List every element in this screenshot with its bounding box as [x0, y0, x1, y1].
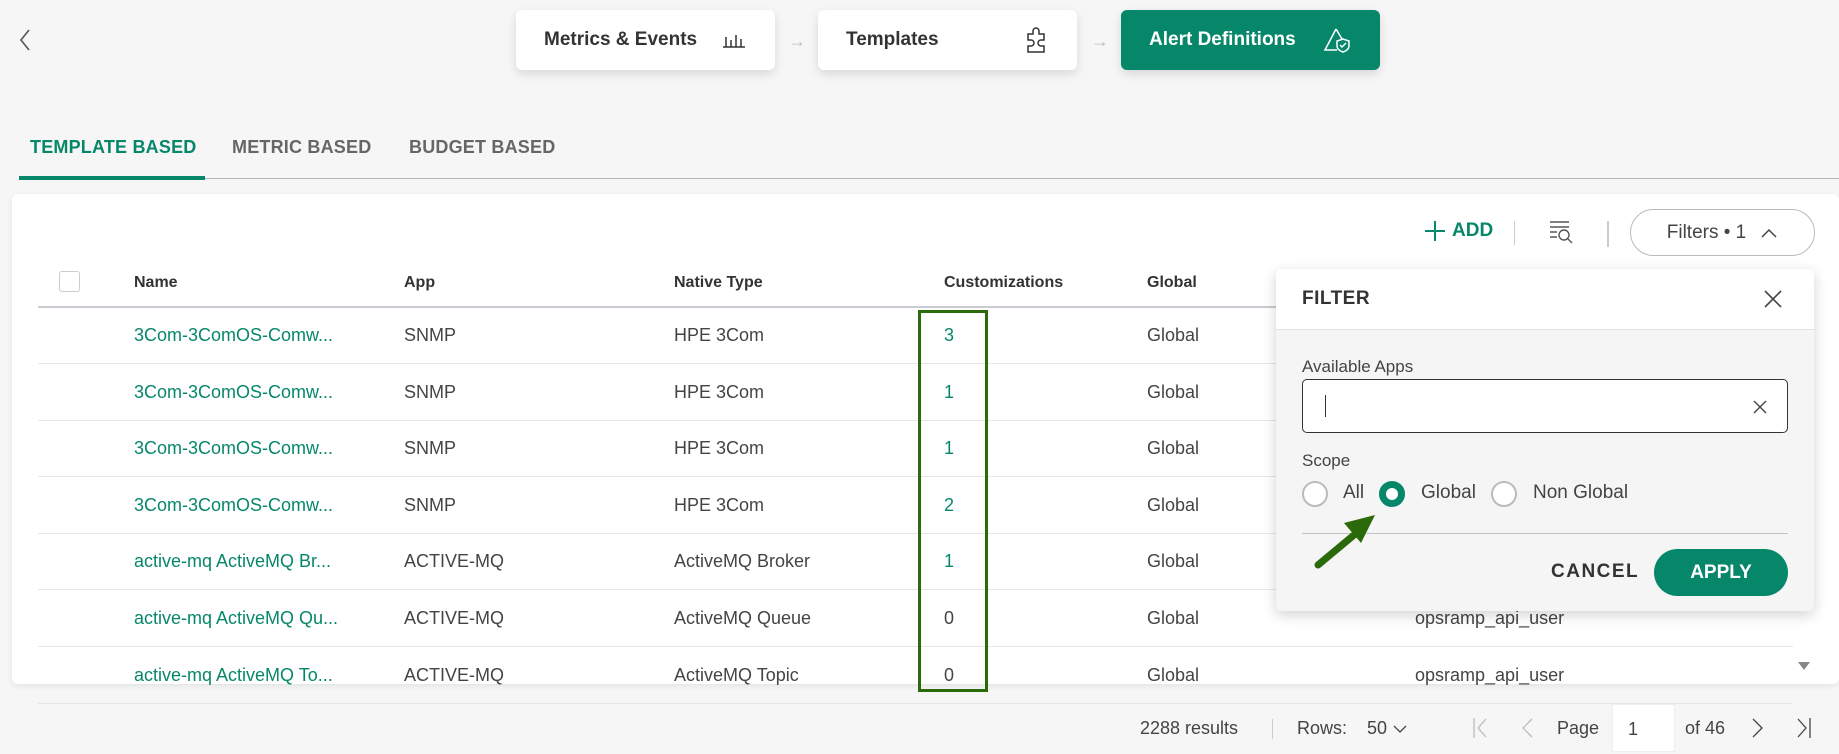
rows-value: 50: [1367, 718, 1388, 738]
app-cell: SNMP: [404, 438, 457, 459]
global-cell: Global: [1147, 664, 1200, 685]
add-button[interactable]: ADD: [1424, 220, 1493, 242]
bar-chart-icon: [723, 35, 745, 48]
tabs-divider: [19, 178, 1839, 179]
tab-budget-based[interactable]: BUDGET BASED: [409, 137, 555, 158]
global-cell: Global: [1147, 381, 1200, 402]
rows-label: Rows:: [1297, 718, 1348, 738]
native-type-cell: HPE 3Com: [674, 325, 765, 345]
annotation-arrow-icon: [1314, 515, 1375, 569]
app-cell: ACTIVE-MQ: [404, 664, 505, 685]
step-label: Templates: [846, 29, 939, 50]
name-link[interactable]: 3Com-3ComOS-Comw...: [134, 325, 333, 346]
app-cell: ACTIVE-MQ: [404, 608, 505, 628]
first-page-icon[interactable]: [1472, 717, 1488, 739]
native-type-cell: HPE 3Com: [674, 494, 765, 515]
column-header-global[interactable]: Global: [1147, 274, 1197, 292]
native-type-cell: ActiveMQ Broker: [674, 551, 811, 572]
step-alert-definitions[interactable]: Alert Definitions: [1121, 10, 1380, 70]
text-cursor: [1325, 395, 1326, 417]
total-pages: of 46: [1685, 718, 1726, 738]
prev-page-icon[interactable]: [1520, 717, 1534, 739]
toolbar-divider: [1607, 221, 1609, 247]
column-header-customizations[interactable]: Customizations: [944, 274, 1063, 292]
scope-radio-non-global[interactable]: [1491, 481, 1517, 507]
available-apps-label: Available Apps: [1302, 357, 1414, 376]
app-cell: SNMP: [404, 381, 457, 402]
scope-option-global[interactable]: Global: [1421, 482, 1476, 504]
results-count: 2288 results: [1140, 718, 1239, 738]
step-arrow-icon: →: [788, 31, 806, 51]
app-cell: SNMP: [404, 325, 457, 345]
global-cell: Global: [1147, 494, 1200, 515]
filters-label: Filters • 1: [1666, 221, 1747, 243]
column-header-native-type[interactable]: Native Type: [674, 274, 763, 292]
global-cell: Global: [1147, 325, 1200, 345]
scope-option-non-global[interactable]: Non Global: [1533, 482, 1628, 504]
name-link[interactable]: active-mq ActiveMQ Br...: [134, 551, 331, 572]
native-type-cell: HPE 3Com: [674, 438, 765, 459]
scope-radio-all[interactable]: [1302, 481, 1328, 507]
alert-shield-icon: [1323, 28, 1350, 53]
name-link[interactable]: 3Com-3ComOS-Comw...: [134, 382, 333, 403]
page-input[interactable]: 1: [1612, 704, 1675, 752]
step-metrics-events[interactable]: Metrics & Events: [516, 10, 775, 70]
step-arrow-icon: →: [1091, 31, 1109, 51]
created-by-cell: opsramp_api_user: [1415, 608, 1565, 628]
app-cell: ACTIVE-MQ: [404, 551, 505, 572]
filters-button[interactable]: Filters • 1: [1630, 209, 1815, 256]
chevron-up-icon: [1761, 228, 1777, 238]
page-label: Page: [1557, 718, 1600, 738]
name-link[interactable]: active-mq ActiveMQ To...: [134, 665, 333, 686]
puzzle-icon: [1027, 27, 1045, 53]
table-row[interactable]: active-mq ActiveMQ To... ACTIVE-MQ ActiveM…: [38, 647, 1793, 704]
scroll-down-icon[interactable]: [1798, 662, 1810, 670]
app-cell: SNMP: [404, 494, 457, 515]
global-cell: Global: [1147, 438, 1200, 459]
active-tab-indicator: [19, 176, 205, 180]
column-header-app[interactable]: App: [404, 274, 435, 292]
native-type-cell: ActiveMQ Topic: [674, 664, 799, 685]
tab-metric-based[interactable]: METRIC BASED: [232, 137, 371, 158]
name-link[interactable]: 3Com-3ComOS-Comw...: [134, 495, 333, 516]
clear-input-icon[interactable]: [1753, 400, 1767, 414]
step-templates[interactable]: Templates: [818, 10, 1077, 70]
chevron-down-icon: [1393, 725, 1407, 733]
step-label: Alert Definitions: [1149, 29, 1296, 50]
scope-option-all[interactable]: All: [1343, 482, 1364, 504]
close-icon[interactable]: [1763, 289, 1783, 309]
cancel-button[interactable]: CANCEL: [1551, 561, 1639, 583]
last-page-icon[interactable]: [1796, 717, 1812, 739]
name-link[interactable]: active-mq ActiveMQ Qu...: [134, 608, 338, 629]
global-cell: Global: [1147, 551, 1200, 572]
native-type-cell: ActiveMQ Queue: [674, 608, 812, 628]
search-list-icon[interactable]: [1549, 220, 1575, 244]
scope-label: Scope: [1302, 451, 1351, 470]
customizations-highlight: [918, 310, 988, 692]
scope-radio-global[interactable]: [1379, 481, 1405, 507]
available-apps-input[interactable]: [1302, 379, 1788, 433]
select-all-checkbox[interactable]: [59, 271, 80, 292]
apply-button[interactable]: APPLY: [1654, 549, 1788, 596]
plus-icon: [1425, 221, 1445, 241]
footer-divider: [1272, 719, 1273, 739]
name-link[interactable]: 3Com-3ComOS-Comw...: [134, 438, 333, 459]
chevron-left-icon[interactable]: [18, 28, 32, 52]
native-type-cell: HPE 3Com: [674, 381, 765, 402]
step-label: Metrics & Events: [544, 29, 698, 50]
next-page-icon[interactable]: [1751, 717, 1765, 739]
global-cell: Global: [1147, 608, 1200, 628]
add-label: ADD: [1452, 220, 1494, 241]
tab-template-based[interactable]: TEMPLATE BASED: [30, 137, 196, 158]
toolbar-divider: [1514, 221, 1515, 245]
column-header-name[interactable]: Name: [134, 274, 178, 292]
filter-title: FILTER: [1302, 288, 1371, 309]
rows-per-page-select[interactable]: 50: [1367, 718, 1407, 739]
created-by-cell: opsramp_api_user: [1415, 664, 1565, 685]
